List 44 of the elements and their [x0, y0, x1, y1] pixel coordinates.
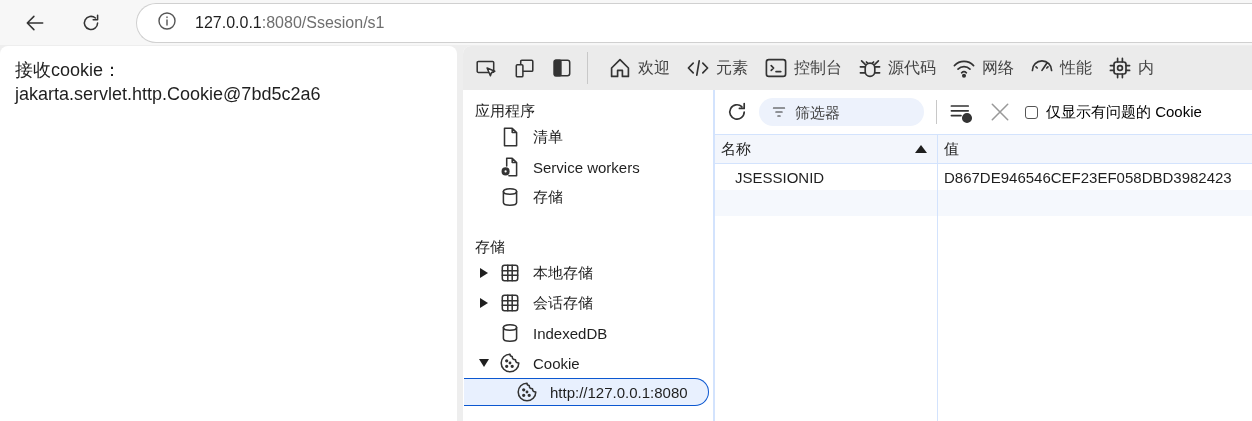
column-header[interactable]: 值 — [937, 134, 1252, 164]
cookie-icon — [516, 381, 538, 403]
section-heading: 存储 — [474, 237, 506, 257]
cookie-icon — [499, 352, 521, 374]
expand-arrow-icon[interactable] — [479, 359, 489, 367]
info-icon — [157, 10, 177, 31]
tree-item[interactable]: 存储 — [463, 182, 713, 212]
grid-icon — [499, 262, 521, 284]
devtools-tab[interactable]: 源代码 — [850, 46, 944, 90]
chip-icon — [1108, 56, 1132, 80]
issues-checkbox[interactable]: 仅显示有问题的 Cookie — [1025, 102, 1202, 122]
toolbar-button[interactable] — [551, 57, 573, 79]
devtools-tab[interactable]: 元素 — [678, 46, 756, 90]
expand-arrow-icon[interactable] — [480, 298, 488, 308]
tree-item[interactable]: Cookie — [463, 348, 713, 378]
delete-button[interactable] — [989, 101, 1011, 123]
address-bar[interactable]: 127.0.0.1:8080/Ssesion/s1 — [136, 2, 1252, 43]
devtools-tab[interactable]: 网络 — [944, 46, 1022, 90]
devtools-tab[interactable]: 欢迎 — [600, 46, 678, 90]
table-cell: D867DE946546CEF23EF058DBD3982423 — [937, 163, 1252, 190]
home-icon — [608, 56, 632, 80]
tree-item[interactable]: http://127.0.0.1:8080 — [464, 378, 709, 406]
close-icon — [989, 101, 1011, 123]
tree-item[interactable]: IndexedDB — [463, 318, 713, 348]
url-path: :8080/Ssesion/s1 — [261, 13, 385, 32]
expand-arrow-icon[interactable] — [480, 268, 488, 278]
devtools-tab[interactable]: 控制台 — [756, 46, 850, 90]
devtools-tab[interactable]: 内 — [1100, 46, 1162, 90]
tree-item[interactable]: 本地存储 — [463, 258, 713, 288]
tree-item[interactable]: Service workers — [463, 152, 713, 182]
section-heading: 应用程序 — [474, 101, 536, 121]
page-text: jakarta.servlet.http.Cookie@7bd5c2a6 — [15, 83, 322, 106]
grid-icon — [499, 292, 521, 314]
console-icon — [764, 56, 788, 80]
filter-field[interactable]: 筛选器 — [759, 98, 924, 126]
tree-item[interactable]: 会话存储 — [463, 288, 713, 318]
tree-item[interactable]: 清单 — [463, 122, 713, 152]
sidebar-toggle-icon — [551, 57, 573, 79]
column-header[interactable]: 名称 — [715, 134, 938, 164]
devtools-tab[interactable]: 性能 — [1022, 46, 1100, 90]
url-host: 127.0.0.1 — [195, 13, 262, 32]
toolbar-button[interactable] — [513, 57, 535, 79]
device-icon — [513, 57, 535, 79]
page-text: 接收cookie： — [15, 59, 123, 82]
